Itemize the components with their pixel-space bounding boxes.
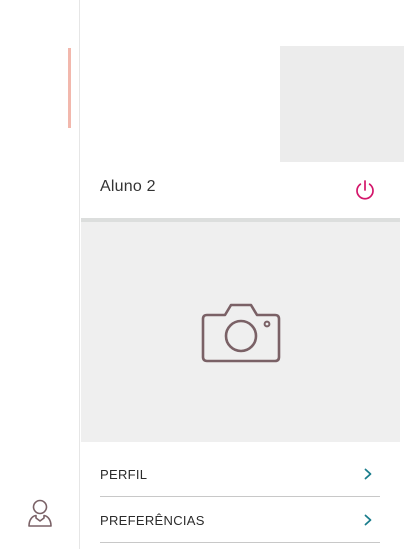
profile-panel: Aluno 2 PERFIL PREFERÊNCIAS	[81, 162, 400, 549]
profile-header: Aluno 2	[81, 162, 400, 218]
app-frame: Aluno 2 PERFIL PREFERÊNCIAS	[0, 0, 404, 549]
camera-icon	[201, 303, 280, 363]
profile-menu-list: PERFIL PREFERÊNCIAS	[100, 452, 380, 543]
chevron-right-icon	[362, 513, 374, 527]
power-icon	[356, 180, 374, 200]
left-nav-rail	[0, 0, 80, 549]
profile-photo-upload[interactable]	[81, 222, 400, 442]
menu-item-label: PREFERÊNCIAS	[100, 513, 205, 528]
user-icon[interactable]	[24, 497, 56, 529]
logout-power-button[interactable]	[353, 178, 377, 202]
menu-item-perfil[interactable]: PERFIL	[100, 452, 380, 497]
active-nav-indicator	[68, 48, 71, 128]
chevron-right-icon	[362, 467, 374, 481]
menu-item-preferencias[interactable]: PREFERÊNCIAS	[100, 498, 380, 543]
background-placeholder-block	[280, 46, 404, 162]
user-name: Aluno 2	[100, 178, 156, 195]
menu-item-label: PERFIL	[100, 467, 148, 482]
